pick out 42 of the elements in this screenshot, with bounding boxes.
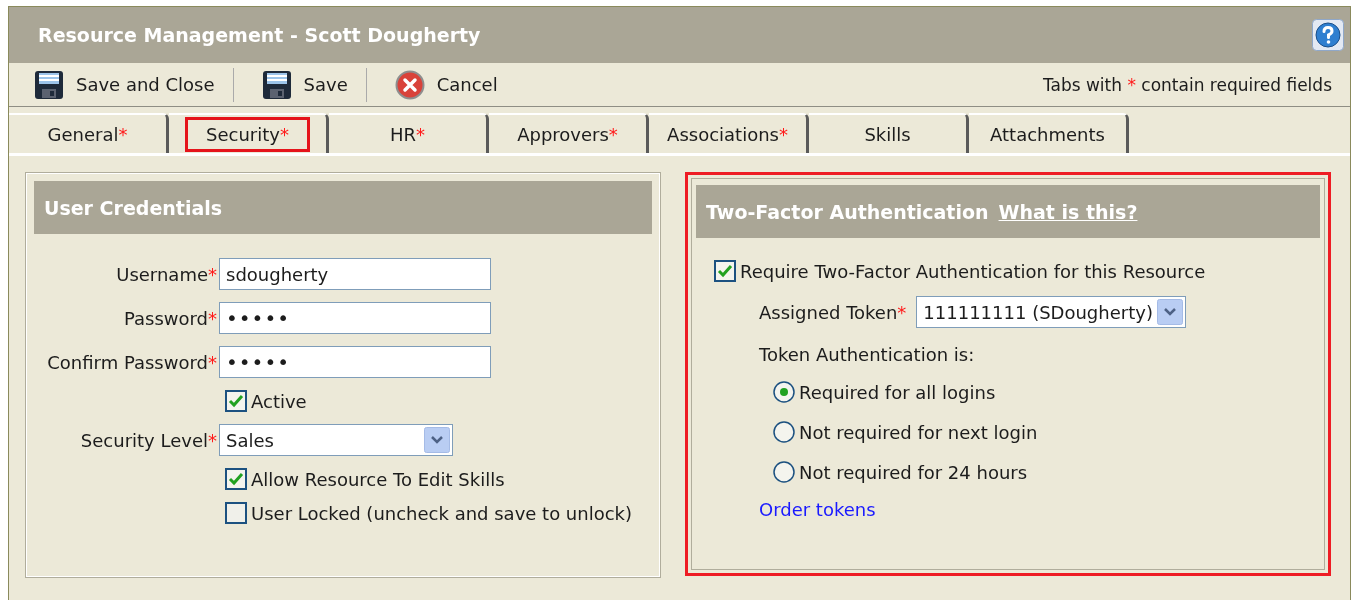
checkbox[interactable]: [225, 502, 247, 524]
field-label: Confirm Password*: [46, 351, 218, 373]
field-label: Password*: [122, 307, 218, 329]
password-field[interactable]: •••••: [219, 346, 491, 378]
field-label: Security Level*: [79, 429, 218, 451]
window-title: Resource Management - Scott Dougherty: [38, 24, 481, 46]
tab[interactable]: Associations*: [649, 113, 809, 153]
section-label: Token Authentication is:: [759, 344, 976, 365]
field-label: Assigned Token*: [759, 301, 907, 323]
password-field[interactable]: •••••: [219, 302, 491, 334]
checkbox-label: Active: [251, 390, 307, 412]
order-tokens-link[interactable]: Order tokens: [759, 499, 1320, 520]
checkbox-label: User Locked (uncheck and save to unlock): [251, 502, 633, 524]
panel-title: User Credentials: [44, 196, 223, 219]
cancel-icon: [394, 69, 425, 100]
dropdown[interactable]: Sales: [219, 424, 453, 456]
checkbox[interactable]: [714, 260, 736, 282]
cancel-button[interactable]: Cancel: [394, 69, 516, 100]
tab[interactable]: Security*: [169, 113, 329, 153]
checkbox-label: Allow Resource To Edit Skills: [251, 468, 505, 490]
tab[interactable]: General*: [9, 113, 169, 153]
tab[interactable]: Attachments: [969, 113, 1129, 153]
tab[interactable]: HR*: [329, 113, 489, 153]
radio-label: Required for all logins: [799, 381, 996, 403]
checkbox[interactable]: [225, 390, 247, 412]
required-fields-note: Tabs with * contain required fields: [1042, 74, 1332, 95]
save-button[interactable]: Save and Close: [34, 69, 233, 100]
save-button[interactable]: Save: [261, 69, 366, 100]
radio-label: Not required for next login: [799, 421, 1038, 443]
tab[interactable]: Skills: [809, 113, 969, 153]
radio-label: Not required for 24 hours: [799, 461, 1028, 483]
help-icon[interactable]: [1312, 19, 1344, 51]
radio-button[interactable]: [773, 381, 795, 403]
field-label: Username*: [115, 263, 218, 285]
tab[interactable]: Approvers*: [489, 113, 649, 153]
checkbox-label: Require Two-Factor Authentication for this Resource: [740, 260, 1206, 282]
panel-title: Two-Factor Authentication: [706, 200, 989, 223]
checkbox[interactable]: [225, 468, 247, 490]
text-field[interactable]: sdougherty: [219, 258, 491, 290]
radio-button[interactable]: [773, 461, 795, 483]
radio-button[interactable]: [773, 421, 795, 443]
dropdown[interactable]: 111111111 (SDougherty): [916, 296, 1187, 328]
